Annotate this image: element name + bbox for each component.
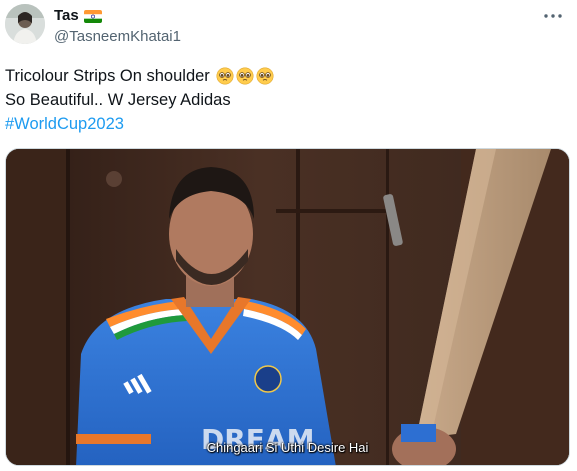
tweet-line-2: So Beautiful.. W Jersey Adidas [5, 91, 231, 109]
pleading-face-emoji [256, 67, 274, 85]
tweet-line-1: Tricolour Strips On shoulder [5, 64, 274, 88]
tweet-card: Tas @TasneemKhatai1 Tricolour Strips On … [0, 0, 577, 471]
avatar[interactable] [5, 4, 45, 44]
tweet-text: Tricolour Strips On shoulder So Beautifu… [5, 64, 274, 136]
emoji-group [216, 67, 274, 85]
video-media[interactable]: DREAM Chingaari Si Uthi Desire Hai [5, 148, 570, 466]
more-options-icon[interactable] [542, 6, 564, 26]
name-row: Tas [54, 5, 181, 25]
india-flag-icon [83, 9, 102, 23]
pleading-face-emoji [216, 67, 234, 85]
video-subtitle: Chingaari Si Uthi Desire Hai [206, 440, 369, 455]
tweet-line-1-text: Tricolour Strips On shoulder [5, 67, 210, 85]
pleading-face-emoji [236, 67, 254, 85]
hashtag-link[interactable]: #WorldCup2023 [5, 112, 124, 136]
video-frame: DREAM [6, 149, 569, 465]
user-handle[interactable]: @TasneemKhatai1 [54, 28, 181, 45]
display-name[interactable]: Tas [54, 7, 79, 24]
tweet-header: Tas @TasneemKhatai1 [54, 5, 181, 46]
tweet-line-3: #WorldCup2023 [5, 112, 274, 136]
